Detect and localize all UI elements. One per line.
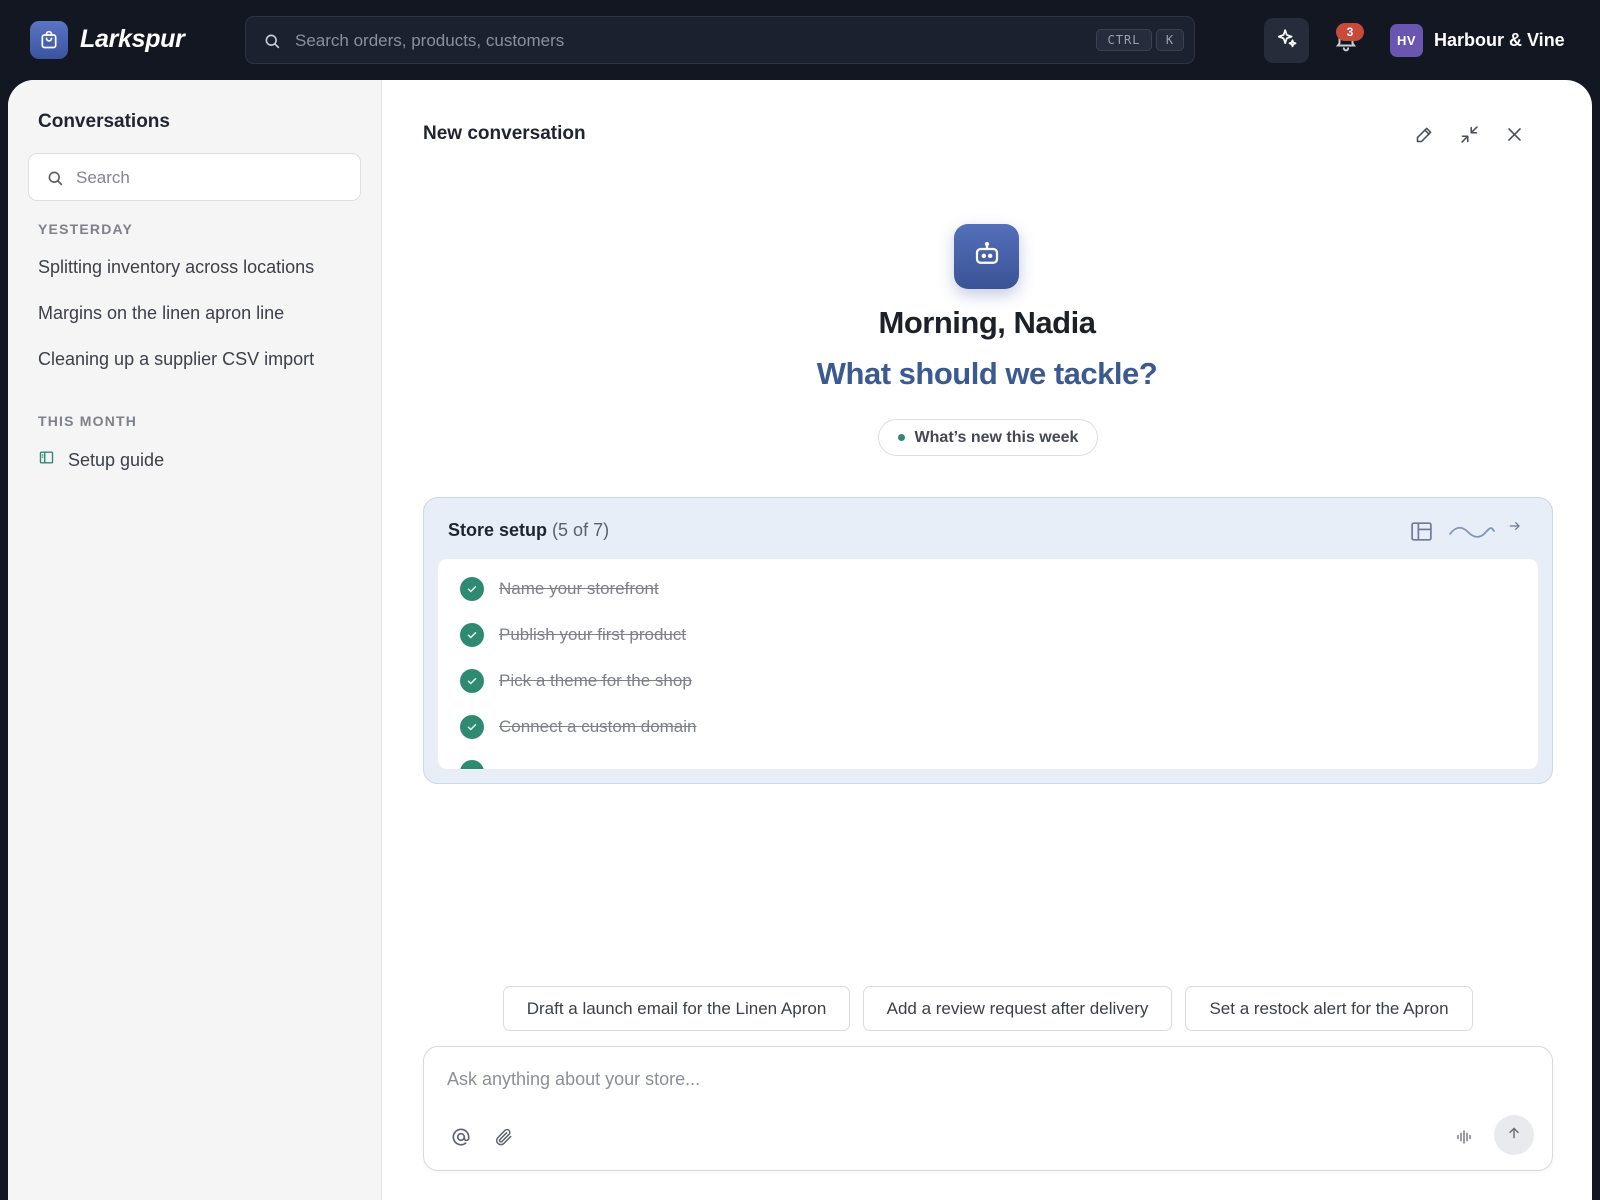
at-icon[interactable] [449, 1125, 473, 1149]
close-icon[interactable] [1502, 122, 1526, 146]
suggestion-chip[interactable]: Add a review request after delivery [863, 986, 1172, 1031]
setup-task[interactable]: Pick a theme for the shop [460, 668, 692, 694]
panel-icon[interactable] [1409, 519, 1434, 549]
setup-title: Store setup (5 of 7) [448, 520, 609, 541]
conversation-item[interactable]: Margins on the linen apron line [38, 303, 284, 324]
assistant-avatar [954, 224, 1019, 289]
prompt-heading: What should we tackle? [816, 356, 1158, 391]
waveform-icon[interactable] [1452, 1125, 1476, 1149]
collapse-icon[interactable] [1457, 122, 1481, 146]
shortcut-ctrl-key: CTRL [1096, 29, 1152, 51]
global-search-placeholder: Search orders, products, customers [295, 31, 565, 50]
check-icon [460, 577, 484, 601]
setup-progress-count: (5 of 7) [552, 520, 610, 540]
sparkle-icon [1276, 27, 1298, 54]
setup-task[interactable] [460, 759, 484, 769]
suggestion-chip[interactable]: Set a restock alert for the Apron [1185, 986, 1473, 1031]
arrow-right-icon[interactable] [1507, 518, 1523, 539]
greeting-heading: Morning, Nadia [878, 305, 1096, 340]
section-label-this-month: THIS MONTH [38, 413, 138, 429]
check-icon [460, 760, 484, 769]
avatar[interactable]: HV [1390, 24, 1423, 57]
setup-task[interactable]: Connect a custom domain [460, 714, 697, 740]
conversation-item-label: Setup guide [68, 449, 165, 470]
setup-task[interactable]: Name your storefront [460, 576, 659, 602]
status-dot [897, 434, 905, 441]
sidebar-title: Conversations [38, 111, 170, 132]
send-button[interactable] [1494, 1115, 1534, 1155]
setup-task-label: Publish your first product [499, 625, 687, 644]
book-icon [38, 449, 55, 471]
conversations-sidebar: Conversations Search YESTERDAY Splitting… [8, 80, 382, 1200]
suggestion-chip[interactable]: Draft a launch email for the Linen Apron [503, 986, 850, 1031]
search-icon [46, 169, 64, 192]
global-search-input[interactable]: Search orders, products, customers CTRL … [245, 16, 1195, 64]
check-icon [460, 715, 484, 739]
setup-task[interactable]: Publish your first product [460, 622, 686, 648]
conversation-title: New conversation [423, 123, 586, 144]
conversation-search-input[interactable]: Search [28, 153, 361, 201]
check-icon [460, 669, 484, 693]
composer-placeholder: Ask anything about your store... [447, 1069, 701, 1089]
message-composer[interactable]: Ask anything about your store... [423, 1046, 1553, 1171]
setup-task-label: Name your storefront [499, 579, 659, 598]
conversation-item[interactable]: Splitting inventory across locations [38, 257, 314, 278]
shortcut-k-key: K [1156, 29, 1184, 51]
conversation-main: New conversation Morning, Nadia What sho… [382, 80, 1592, 1200]
ai-assistant-button[interactable] [1264, 18, 1309, 63]
store-setup-card: Store setup (5 of 7) Name your storefron… [423, 497, 1553, 784]
top-bar: Larkspur Search orders, products, custom… [0, 0, 1600, 80]
wave-icon [1448, 523, 1496, 546]
assistant-panel: Conversations Search YESTERDAY Splitting… [8, 80, 1592, 1200]
section-label-yesterday: YESTERDAY [38, 221, 134, 237]
setup-task-label: Pick a theme for the shop [499, 671, 692, 690]
store-name[interactable]: Harbour & Vine [1434, 30, 1565, 51]
paperclip-icon[interactable] [492, 1125, 516, 1149]
setup-title-label: Store setup [448, 520, 548, 540]
app-name[interactable]: Larkspur [80, 25, 185, 54]
conversation-item[interactable]: Cleaning up a supplier CSV import [38, 349, 314, 370]
notification-badge: 3 [1336, 23, 1364, 41]
search-icon [263, 32, 281, 55]
check-icon [460, 623, 484, 647]
shopping-bag-icon[interactable] [30, 21, 68, 59]
setup-task-label: Connect a custom domain [499, 717, 697, 736]
edit-icon[interactable] [1412, 122, 1436, 146]
conversation-item-setup-guide[interactable]: Setup guide [38, 449, 164, 471]
setup-task-list: Name your storefront Publish your first … [438, 559, 1538, 769]
conversation-search-placeholder: Search [76, 168, 130, 187]
whats-new-label: What’s new this week [914, 428, 1079, 446]
whats-new-button[interactable]: What’s new this week [878, 419, 1098, 456]
robot-icon [972, 239, 1002, 274]
arrow-up-icon [1506, 1125, 1522, 1146]
